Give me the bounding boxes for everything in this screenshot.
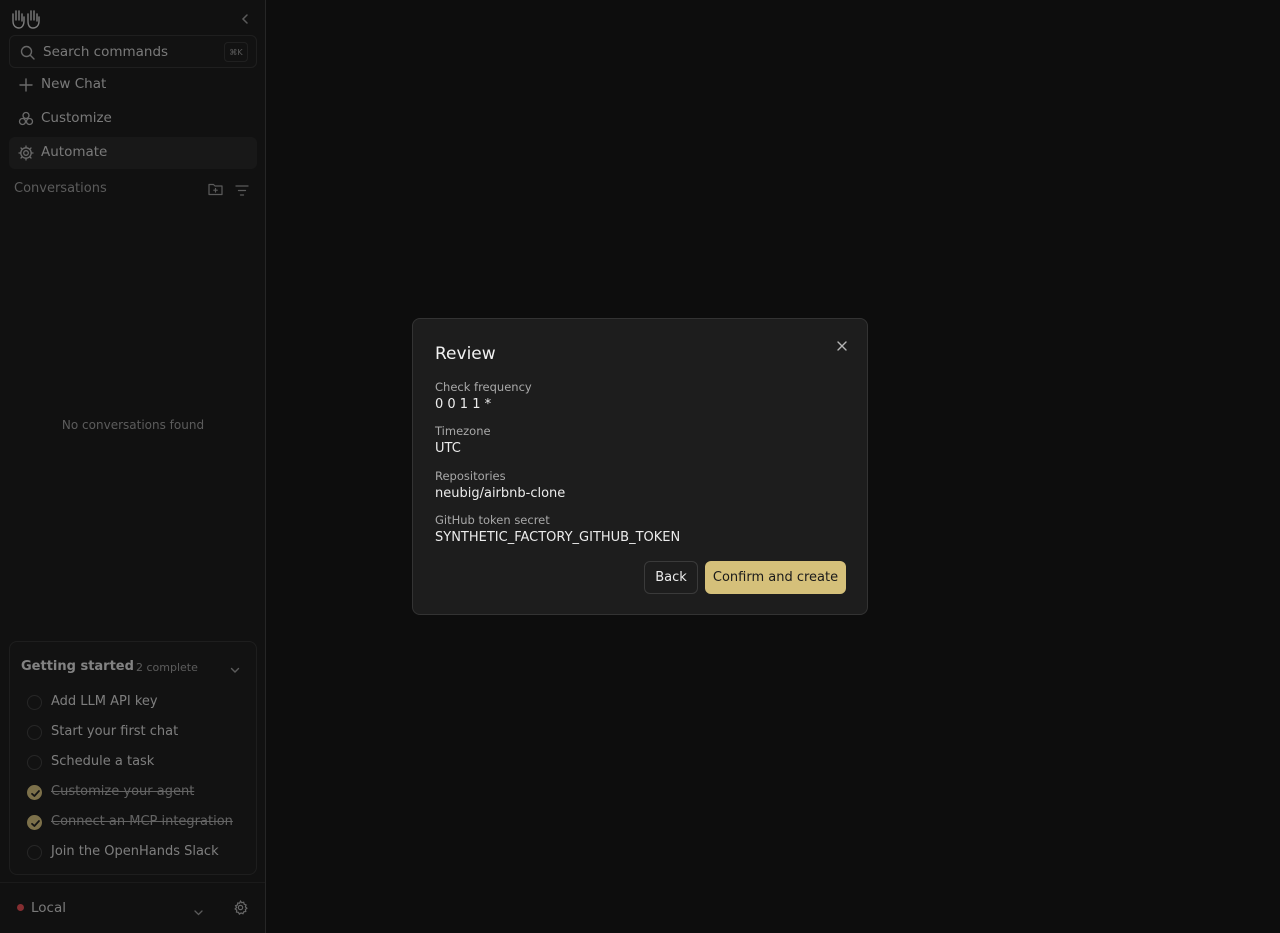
github-token-secret-value: SYNTHETIC_FACTORY_GITHUB_TOKEN xyxy=(435,530,681,545)
sidebar: Search commands ⌘K New Chat Customize Au… xyxy=(0,0,266,933)
settings-gear-icon[interactable] xyxy=(233,899,248,915)
checklist-item-label: Add LLM API key xyxy=(51,694,158,709)
openhands-logo-icon[interactable] xyxy=(11,7,41,29)
confirm-and-create-button[interactable]: Confirm and create xyxy=(705,561,846,594)
automate-label: Automate xyxy=(41,144,108,160)
runtime-status-dot xyxy=(17,904,24,911)
checklist-item-add-llm-api-key[interactable]: Add LLM API key xyxy=(27,693,251,713)
github-token-secret-label: GitHub token secret xyxy=(435,513,550,527)
getting-started-title: Getting started xyxy=(21,659,134,674)
customize-button[interactable]: Customize xyxy=(9,103,257,135)
new-folder-icon[interactable] xyxy=(208,181,223,196)
customize-icon xyxy=(18,111,34,127)
checklist-item-customize-agent[interactable]: Customize your agent xyxy=(27,783,251,803)
runtime-selector[interactable]: Local xyxy=(31,900,66,916)
collapse-sidebar-icon[interactable] xyxy=(238,11,252,25)
checklist-circle-icon xyxy=(27,725,42,740)
search-icon xyxy=(20,45,35,60)
checklist-item-start-first-chat[interactable]: Start your first chat xyxy=(27,723,251,743)
shortcut-badge: ⌘K xyxy=(224,42,248,62)
customize-label: Customize xyxy=(41,110,112,126)
checklist-item-label: Customize your agent xyxy=(51,784,195,799)
check-frequency-label: Check frequency xyxy=(435,380,532,394)
review-modal: Review Check frequency 0 0 1 1 * Timezon… xyxy=(412,318,868,615)
automate-gear-icon xyxy=(18,145,34,161)
conversations-header: Conversations xyxy=(14,181,107,196)
automate-button[interactable]: Automate xyxy=(9,137,257,169)
close-icon[interactable] xyxy=(835,338,849,352)
repositories-label: Repositories xyxy=(435,469,506,483)
checklist-item-schedule-task[interactable]: Schedule a task xyxy=(27,753,251,773)
sidebar-footer-divider xyxy=(0,882,266,883)
modal-title: Review xyxy=(435,344,496,364)
search-commands[interactable]: Search commands ⌘K xyxy=(9,35,257,68)
plus-icon xyxy=(18,77,34,93)
back-button[interactable]: Back xyxy=(644,561,698,594)
checklist-item-connect-mcp[interactable]: Connect an MCP integration xyxy=(27,813,251,833)
checklist-circle-icon xyxy=(27,695,42,710)
filter-icon[interactable] xyxy=(235,182,249,196)
timezone-value: UTC xyxy=(435,441,461,456)
timezone-label: Timezone xyxy=(435,424,491,438)
chevron-down-icon[interactable] xyxy=(193,903,204,916)
getting-started-count: 2 complete xyxy=(136,661,198,674)
checklist-circle-icon xyxy=(27,845,42,860)
checklist-circle-icon xyxy=(27,755,42,770)
checkmark-icon xyxy=(27,815,42,830)
checklist-item-label: Connect an MCP integration xyxy=(51,814,233,829)
checklist-item-label: Schedule a task xyxy=(51,754,155,769)
check-frequency-value: 0 0 1 1 * xyxy=(435,397,492,412)
repositories-value: neubig/airbnb-clone xyxy=(435,486,566,501)
checkmark-icon xyxy=(27,785,42,800)
checklist-item-join-slack[interactable]: Join the OpenHands Slack xyxy=(27,843,251,863)
chevron-down-icon[interactable] xyxy=(229,661,241,673)
getting-started-panel: Getting started 2 complete Add LLM API k… xyxy=(9,641,257,875)
checklist-item-label: Join the OpenHands Slack xyxy=(51,844,219,859)
no-conversations-message: No conversations found xyxy=(61,418,205,432)
checklist-item-label: Start your first chat xyxy=(51,724,179,739)
search-commands-label: Search commands xyxy=(43,44,169,60)
new-chat-label: New Chat xyxy=(41,76,107,92)
new-chat-button[interactable]: New Chat xyxy=(9,69,257,101)
